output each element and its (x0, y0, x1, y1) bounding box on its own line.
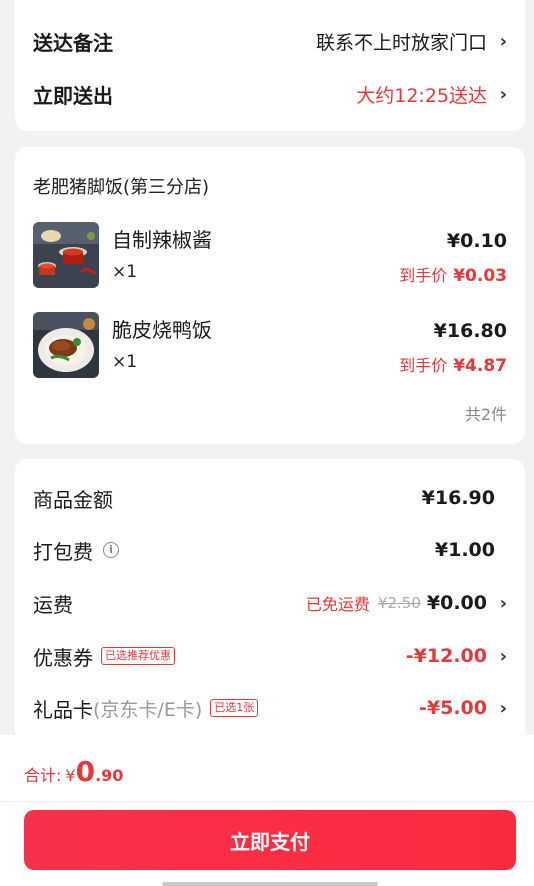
product-image-roast-duck-rice (33, 312, 99, 378)
packing-fee-label: 打包费 (33, 539, 93, 564)
item-price: ¥16.80 (433, 320, 507, 342)
delivery-note-value: 联系不上时放家门口 (315, 32, 487, 54)
divider (0, 801, 534, 802)
total-integer: 0 (75, 755, 96, 788)
goods-amount-label: 商品金额 (33, 487, 113, 512)
shipping-label: 运费 (33, 592, 73, 617)
price-summary-card: 商品金额 ¥16.90 打包费 i ¥1.00 运费 已免运费 ¥2.50 ¥0… (15, 459, 525, 749)
chevron-right-icon: › (499, 645, 507, 667)
product-image-chili-sauce (33, 222, 99, 288)
coupon-tag: 已选推荐优惠 (101, 647, 175, 665)
chevron-right-icon: › (499, 84, 507, 105)
total-decimal: .90 (95, 766, 124, 785)
order-items-card: 老肥猪脚饭(第三分店) 自制辣椒酱 ×1 ¥0.10 到手价 ¥0.03 脆皮烧… (15, 147, 525, 444)
item-final-price: 到手价 ¥4.87 (399, 352, 507, 376)
gift-card-sublabel: (京东卡/E卡) (93, 698, 203, 721)
delivery-time-label: 立即送出 (33, 84, 113, 108)
checkout-bar: 合计: ¥ 0 .90 立即支付 (0, 735, 534, 886)
total-amount: 合计: ¥ 0 .90 (24, 755, 123, 788)
total-currency: ¥ (65, 766, 76, 785)
order-item[interactable]: 自制辣椒酱 ×1 ¥0.10 到手价 ¥0.03 (33, 222, 507, 290)
item-count: 共2件 (464, 405, 507, 424)
chevron-right-icon: › (499, 592, 507, 614)
item-name: 自制辣椒酱 (112, 228, 212, 252)
item-quantity: ×1 (112, 262, 138, 282)
home-indicator (162, 882, 378, 886)
info-icon[interactable]: i (103, 542, 119, 558)
packing-fee-value: ¥1.00 (434, 539, 495, 561)
delivery-note-row[interactable]: 送达备注 联系不上时放家门口 › (33, 27, 507, 56)
coupon-value: -¥12.00 (405, 645, 487, 667)
original-shipping-fee: ¥2.50 (377, 594, 421, 612)
item-price: ¥0.10 (446, 230, 507, 252)
shipping-value: ¥0.00 (426, 592, 487, 614)
delivery-note-label: 送达备注 (33, 31, 113, 55)
final-price-label: 到手价 (399, 266, 448, 285)
delivery-card: 送达备注 联系不上时放家门口 › 立即送出 大约12:25送达 › (15, 0, 525, 131)
final-price-value: ¥4.87 (453, 356, 507, 376)
goods-amount-value: ¥16.90 (421, 487, 495, 509)
free-shipping-text: 已免运费 (305, 595, 370, 614)
chevron-right-icon: › (499, 697, 507, 719)
delivery-time-value: 大约12:25送达 (356, 85, 487, 107)
item-final-price: 到手价 ¥0.03 (399, 262, 507, 286)
coupon-row[interactable]: 优惠券 已选推荐优惠 -¥12.00 › (33, 641, 507, 671)
gift-card-label: 礼品卡 (33, 697, 93, 722)
packing-fee-row: 打包费 i ¥1.00 (33, 535, 507, 565)
order-item[interactable]: 脆皮烧鸭饭 ×1 ¥16.80 到手价 ¥4.87 (33, 312, 507, 380)
goods-amount-row: 商品金额 ¥16.90 (33, 483, 507, 513)
coupon-label: 优惠券 (33, 645, 93, 670)
delivery-time-row[interactable]: 立即送出 大约12:25送达 › (33, 80, 507, 109)
gift-card-value: -¥5.00 (419, 697, 487, 719)
final-price-value: ¥0.03 (453, 266, 507, 286)
shipping-row[interactable]: 运费 已免运费 ¥2.50 ¥0.00 › (33, 588, 507, 618)
gift-card-tag: 已选1张 (210, 699, 259, 717)
gift-card-row[interactable]: 礼品卡 (京东卡/E卡) 已选1张 -¥5.00 › (33, 693, 507, 723)
item-name: 脆皮烧鸭饭 (112, 318, 212, 342)
total-label: 合计: (24, 766, 62, 785)
final-price-label: 到手价 (399, 356, 448, 375)
store-name: 老肥猪脚饭(第三分店) (33, 177, 210, 198)
pay-now-button[interactable]: 立即支付 (24, 810, 516, 870)
chevron-right-icon: › (499, 31, 507, 52)
item-quantity: ×1 (112, 352, 138, 372)
